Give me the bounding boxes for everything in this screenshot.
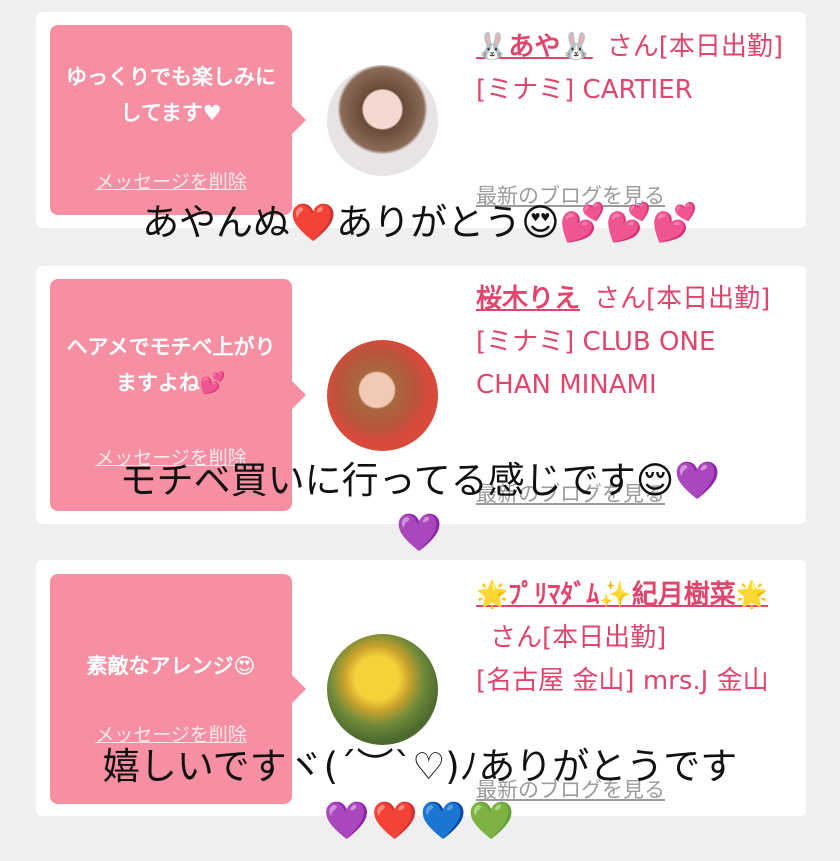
delete-message-link[interactable]: メッセージを削除 xyxy=(50,167,292,194)
message-bubble: ゆっくりでも楽しみにしてます♥ メッセージを削除 xyxy=(50,25,306,215)
overlay-caption-3: 嬉しいですヾ(´︶`♡)ﾉありがとうです xyxy=(102,745,738,788)
shop-name: [名古屋 金山] mrs.J 金山 xyxy=(476,666,769,696)
attendance-status: さん[本日出勤] xyxy=(606,32,784,62)
avatar[interactable] xyxy=(327,634,438,745)
overlay-caption-3-hearts: 💜❤️💙💚 xyxy=(323,799,517,842)
overlay-caption-1: あやんぬ❤️ありがとう😍💕💕💕 xyxy=(142,201,698,244)
message-text: ゆっくりでも楽しみにしてます♥ xyxy=(66,65,276,125)
staff-name-link[interactable]: 桜木りえ xyxy=(476,284,580,314)
shop-name: [ミナミ] CLUB ONE CHAN MINAMI xyxy=(476,327,716,400)
avatar[interactable] xyxy=(327,65,438,176)
shop-name: [ミナミ] CARTIER xyxy=(476,75,693,105)
avatar[interactable] xyxy=(327,340,438,451)
attendance-status: さん[本日出勤] xyxy=(490,623,667,653)
staff-info: 🐰あや🐰 さん[本日出勤] [ミナミ] CARTIER xyxy=(476,26,786,112)
message-text: 素敵なアレンジ😍 xyxy=(86,654,256,678)
overlay-caption-2-hearts: 💜 xyxy=(395,511,445,554)
message-text: ヘアメでモチベ上がりますよね💕 xyxy=(66,335,276,395)
attendance-status: さん[本日出勤] xyxy=(594,284,771,314)
staff-info: 🌟ﾌﾟﾘﾏﾀﾞﾑ✨紀月樹菜🌟 さん[本日出勤] [名古屋 金山] mrs.J 金山 xyxy=(476,574,786,703)
staff-info: 桜木りえ さん[本日出勤] [ミナミ] CLUB ONE CHAN MINAMI xyxy=(476,278,786,407)
overlay-caption-2: モチベ買いに行ってる感じです😌💜 xyxy=(119,459,721,502)
staff-card-1: ゆっくりでも楽しみにしてます♥ メッセージを削除 🐰あや🐰 さん[本日出勤] [ミ… xyxy=(36,12,806,228)
staff-name-link[interactable]: 🌟ﾌﾟﾘﾏﾀﾞﾑ✨紀月樹菜🌟 xyxy=(476,580,768,610)
staff-name-link[interactable]: 🐰あや🐰 xyxy=(476,32,593,62)
delete-message-link[interactable]: メッセージを削除 xyxy=(50,720,292,747)
